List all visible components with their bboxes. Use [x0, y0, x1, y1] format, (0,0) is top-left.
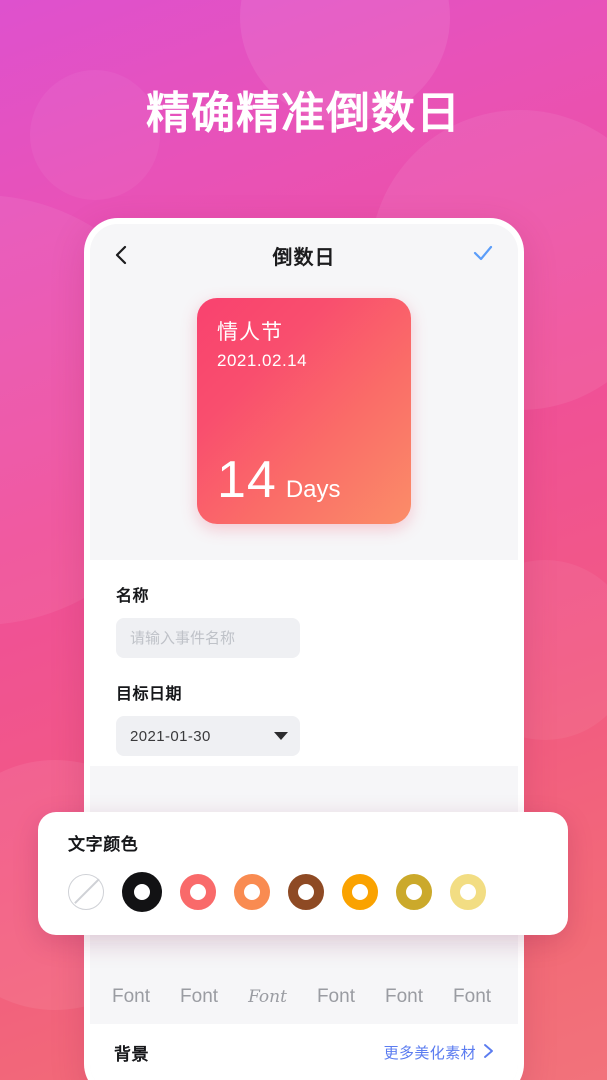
- color-swatch-orange[interactable]: [234, 874, 270, 910]
- font-option-2[interactable]: Font: [248, 987, 287, 1007]
- color-swatch-coral-red[interactable]: [180, 874, 216, 910]
- check-icon: [472, 243, 494, 268]
- color-swatch-none[interactable]: [68, 874, 104, 910]
- edit-form: 名称 目标日期 2021-01-30: [90, 560, 518, 766]
- app-bar: 倒数日: [90, 224, 518, 286]
- more-materials-link[interactable]: 更多美化素材: [384, 1042, 494, 1063]
- name-input[interactable]: [130, 629, 286, 647]
- color-swatch-dark-gold[interactable]: [396, 874, 432, 910]
- card-days-unit: Days: [285, 476, 341, 503]
- card-countdown: 14 Days: [217, 454, 391, 506]
- target-date-value: 2021-01-30: [130, 727, 211, 745]
- card-event-title: 情人节: [217, 321, 283, 344]
- color-swatch-brown[interactable]: [288, 874, 324, 910]
- font-option-3[interactable]: Font: [317, 986, 355, 1008]
- text-color-swatch-row[interactable]: [68, 872, 542, 912]
- font-option-1[interactable]: Font: [180, 986, 218, 1008]
- card-text-block: 情人节 2021.02.14: [217, 320, 391, 371]
- date-field-label: 目标日期: [116, 686, 183, 703]
- background-section-header: 背景 更多美化素材: [114, 1040, 494, 1065]
- phone-screen: 倒数日 情人节 2021.02.14 14 Days 名称 请输入事件名称 目标…: [90, 224, 518, 1080]
- card-event-date: 2021.02.14: [217, 351, 308, 371]
- card-days-number: 14: [217, 451, 277, 509]
- text-color-panel-title: 文字颜色: [68, 835, 139, 854]
- background-section: 背景 更多美化素材: [90, 1024, 518, 1080]
- chevron-left-icon: [114, 244, 128, 266]
- font-option-5[interactable]: Font: [453, 986, 491, 1008]
- caret-down-icon: [274, 732, 288, 740]
- page-headline: 精确精准倒数日: [146, 89, 461, 138]
- phone-mockup: 倒数日 情人节 2021.02.14 14 Days 名称 请输入事件名称 目标…: [84, 218, 524, 1080]
- background-section-title: 背景: [114, 1045, 149, 1064]
- back-button[interactable]: [114, 244, 144, 266]
- preview-area: 情人节 2021.02.14 14 Days: [90, 286, 518, 560]
- color-swatch-pale-yellow[interactable]: [450, 874, 486, 910]
- text-color-panel: 文字颜色: [38, 812, 568, 935]
- chevron-right-icon: [483, 1043, 494, 1063]
- color-swatch-black[interactable]: [122, 872, 162, 912]
- confirm-button[interactable]: [464, 243, 494, 268]
- name-input-wrapper[interactable]: [116, 618, 300, 658]
- name-field-label: 名称: [116, 588, 150, 605]
- font-option-0[interactable]: Font: [112, 986, 150, 1008]
- font-option-4[interactable]: Font: [385, 986, 423, 1008]
- target-date-select[interactable]: 2021-01-30: [116, 716, 300, 756]
- color-swatch-amber[interactable]: [342, 874, 378, 910]
- page-title: 倒数日: [272, 246, 336, 269]
- countdown-preview-card[interactable]: 情人节 2021.02.14 14 Days: [197, 298, 411, 524]
- more-materials-label: 更多美化素材: [383, 1045, 476, 1062]
- font-picker-strip[interactable]: FontFontFontFontFontFontF: [90, 972, 518, 1022]
